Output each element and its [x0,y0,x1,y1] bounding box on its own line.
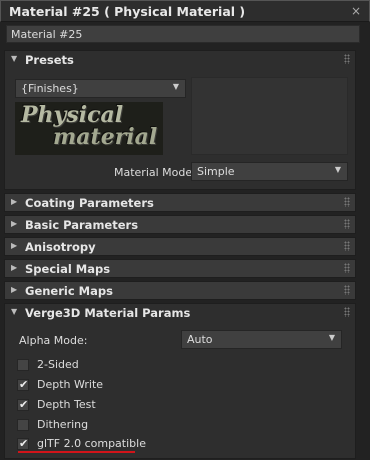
rollout-anisotropy[interactable]: ▶ Anisotropy [4,237,356,256]
material-preview-image: Physical material [15,102,163,155]
grip-icon[interactable] [344,263,350,273]
material-name-field[interactable]: Material #25 [6,25,360,43]
rollout-label: Coating Parameters [25,196,154,210]
triangle-down-icon: ▼ [11,54,18,63]
checkbox-label: Depth Write [37,378,104,391]
checkbox-depth-test[interactable]: ✔ [17,398,29,411]
triangle-right-icon: ▶ [11,219,18,228]
close-icon[interactable]: × [351,4,361,18]
grip-icon[interactable] [344,241,350,251]
checkbox-label: Depth Test [37,398,96,411]
triangle-right-icon: ▶ [11,263,18,272]
triangle-down-icon: ▼ [11,307,18,316]
grip-icon[interactable] [344,197,350,207]
chevron-down-icon: ▼ [328,333,335,342]
presets-rollout: ▼ Presets {Finishes} ▼ Physical material… [4,50,356,190]
grip-icon[interactable] [344,219,350,229]
rollout-basic-parameters[interactable]: ▶ Basic Parameters [4,215,356,234]
rollout-label: Special Maps [25,262,111,276]
check-icon: ✔ [19,437,29,450]
rollout-label: Anisotropy [25,240,96,254]
verge3d-header[interactable]: ▼ Verge3D Material Params [5,304,355,323]
chevron-down-icon: ▼ [172,82,179,91]
check-icon: ✔ [19,398,29,411]
checkbox-label: Dithering [37,418,89,431]
window-title: Material #25 ( Physical Material ) [9,4,246,19]
rollout-label: Generic Maps [25,284,113,298]
triangle-right-icon: ▶ [11,285,18,294]
alpha-mode-label: Alpha Mode: [19,334,88,347]
rollout-coating-parameters[interactable]: ▶ Coating Parameters [4,193,356,212]
highlight-underline [18,451,135,453]
checkbox-gltf-compatible[interactable]: ✔ [17,437,29,450]
alpha-mode-value: Auto [187,333,213,346]
triangle-right-icon: ▶ [11,241,18,250]
grip-icon[interactable] [344,285,350,295]
verge3d-rollout: ▼ Verge3D Material Params Alpha Mode: Au… [4,303,356,459]
rollout-label: Basic Parameters [25,218,139,232]
finishes-dropdown[interactable]: {Finishes} ▼ [15,79,186,98]
checkbox-label: 2-Sided [37,358,79,371]
window-titlebar[interactable]: Material #25 ( Physical Material ) × [0,0,370,22]
grip-icon[interactable] [344,54,350,64]
verge3d-header-label: Verge3D Material Params [25,306,191,320]
alpha-mode-dropdown[interactable]: Auto ▼ [181,330,342,349]
triangle-right-icon: ▶ [11,197,18,206]
grip-icon[interactable] [344,307,350,317]
preset-swatch-area [191,77,348,155]
chevron-down-icon: ▼ [334,165,341,174]
finishes-dropdown-value: {Finishes} [21,82,79,95]
presets-header-label: Presets [25,53,74,67]
presets-header[interactable]: ▼ Presets [5,51,355,70]
preview-logo-line1: Physical [21,102,124,128]
preview-logo-line2: material [53,124,158,150]
checkbox-label: glTF 2.0 compatible [37,437,146,450]
checkbox-dithering[interactable] [17,419,29,431]
material-mode-dropdown[interactable]: Simple ▼ [191,162,348,181]
checkbox-2-sided[interactable] [17,359,29,371]
check-icon: ✔ [19,378,29,391]
material-mode-label: Material Mode: [114,166,196,179]
material-mode-value: Simple [197,165,235,178]
checkbox-depth-write[interactable]: ✔ [17,378,29,391]
rollout-generic-maps[interactable]: ▶ Generic Maps [4,281,356,300]
rollout-special-maps[interactable]: ▶ Special Maps [4,259,356,278]
